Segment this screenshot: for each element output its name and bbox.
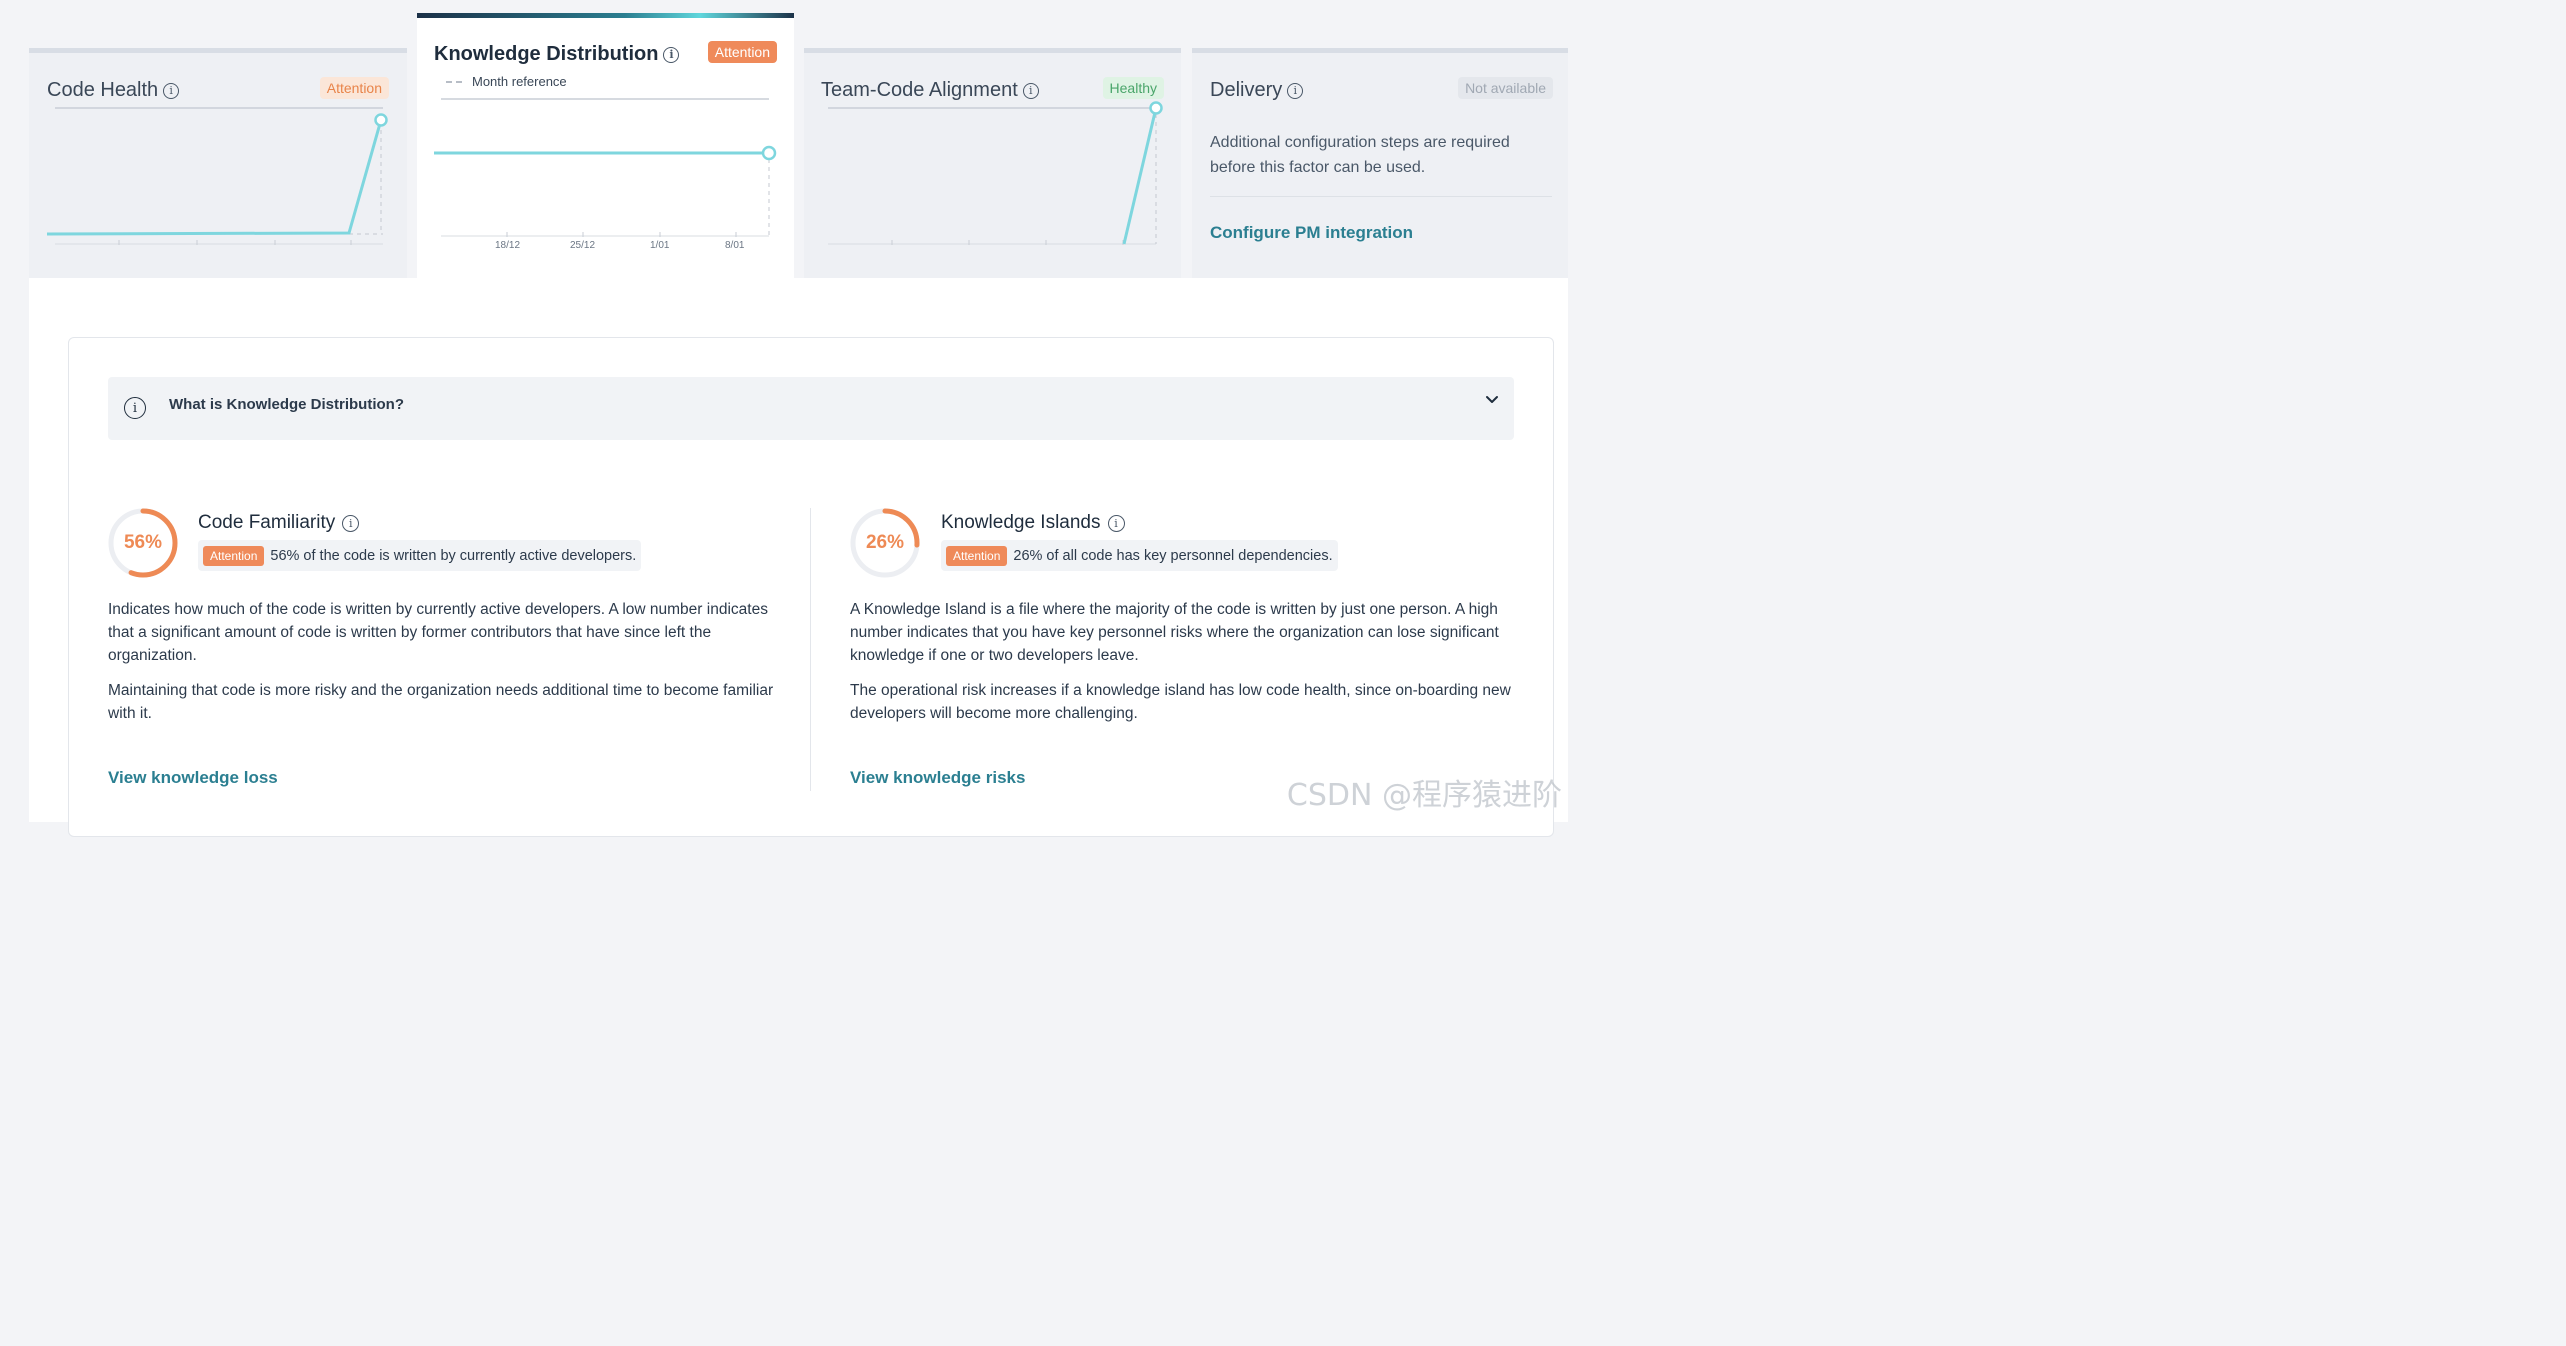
x-tick-label: 18/12 [495, 240, 521, 251]
knowledge-islands-value: 26% [865, 532, 905, 553]
team-code-alignment-sparkline [828, 101, 1163, 245]
knowledge-islands-status-badge: Attention [946, 545, 1008, 566]
delivery-status-badge: Not available [1458, 77, 1553, 99]
factor-card-team-code-alignment[interactable]: Team-Code Alignment i Healthy [804, 48, 1181, 278]
delivery-title: Delivery i [1210, 79, 1304, 102]
view-knowledge-loss-link[interactable]: View knowledge loss [108, 768, 278, 788]
code-familiarity-title: Code Familiarity i [198, 512, 360, 534]
code-familiarity-summary-text: 56% of the code is written by currently … [270, 547, 637, 564]
code-familiarity-value: 56% [123, 532, 163, 553]
info-icon[interactable]: i [1287, 82, 1304, 99]
what-is-knowledge-distribution-accordion[interactable]: i What is Knowledge Distribution? [108, 377, 1514, 440]
delivery-description: Additional configuration steps are requi… [1210, 134, 1510, 176]
chevron-down-icon[interactable] [1484, 392, 1500, 408]
delivery-title-text: Delivery [1210, 79, 1283, 101]
knowledge-islands-description: A Knowledge Island is a file where the m… [850, 601, 1499, 664]
code-familiarity-description: Indicates how much of the code is writte… [108, 601, 768, 664]
factor-card-code-health[interactable]: Code Health i Attention [29, 48, 407, 278]
watermark: CSDN @程序猿进阶 [1286, 778, 1562, 813]
x-tick-label: 8/01 [725, 240, 745, 251]
factor-card-delivery[interactable]: Delivery i Not available Additional conf… [1192, 48, 1568, 278]
x-tick-label: 25/12 [570, 240, 596, 251]
factor-card-knowledge-distribution[interactable]: Knowledge Distribution i Attention Month… [417, 13, 794, 278]
info-icon[interactable]: i [1107, 514, 1125, 532]
code-familiarity-description-2: Maintaining that code is more risky and … [108, 682, 774, 722]
knowledge-islands-title: Knowledge Islands i [941, 512, 1125, 534]
knowledge-islands-summary-text: 26% of all code has key personnel depend… [1013, 547, 1333, 564]
knowledge-islands-title-text: Knowledge Islands [941, 512, 1101, 533]
code-health-sparkline [46, 107, 388, 245]
accordion-title: What is Knowledge Distribution? [169, 396, 404, 413]
x-tick-label: 1/01 [650, 240, 670, 251]
view-knowledge-risks-link[interactable]: View knowledge risks [850, 768, 1025, 788]
code-familiarity-title-text: Code Familiarity [198, 512, 336, 533]
knowledge-islands-description-2: The operational risk increases if a know… [850, 682, 1511, 722]
knowledge-islands-summary: Attention 26% of all code has key person… [941, 540, 1338, 571]
code-familiarity-summary: Attention 56% of the code is written by … [198, 540, 642, 571]
info-icon: i [124, 397, 146, 419]
knowledge-distribution-chart [434, 98, 777, 237]
delivery-divider [1210, 196, 1552, 197]
metrics-divider [810, 508, 811, 791]
configure-pm-integration-link[interactable]: Configure PM integration [1210, 223, 1413, 243]
code-familiarity-status-badge: Attention [203, 545, 265, 566]
info-icon[interactable]: i [342, 514, 360, 532]
